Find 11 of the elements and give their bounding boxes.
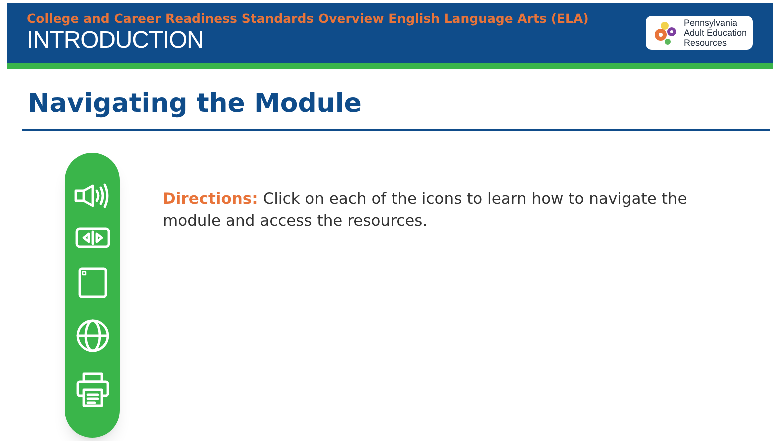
printer-icon[interactable]	[74, 371, 110, 410]
directions-text: Directions: Click on each of the icons to learn how to navigate the module and access the resources.	[163, 189, 688, 232]
page-title: Navigating the Module	[27, 88, 363, 121]
window-icon[interactable]	[76, 266, 108, 300]
previous-next-icon[interactable]	[74, 227, 110, 250]
course-title: College and Career Readiness Standards Overview English Language Arts (ELA)	[27, 11, 589, 27]
section-title: INTRODUCTION	[27, 27, 205, 55]
logo-text: Pennsylvania	[684, 18, 738, 28]
logo-text: Resources	[684, 38, 728, 48]
globe-icon[interactable]	[74, 318, 110, 354]
logo-text: Adult Education	[684, 28, 747, 38]
